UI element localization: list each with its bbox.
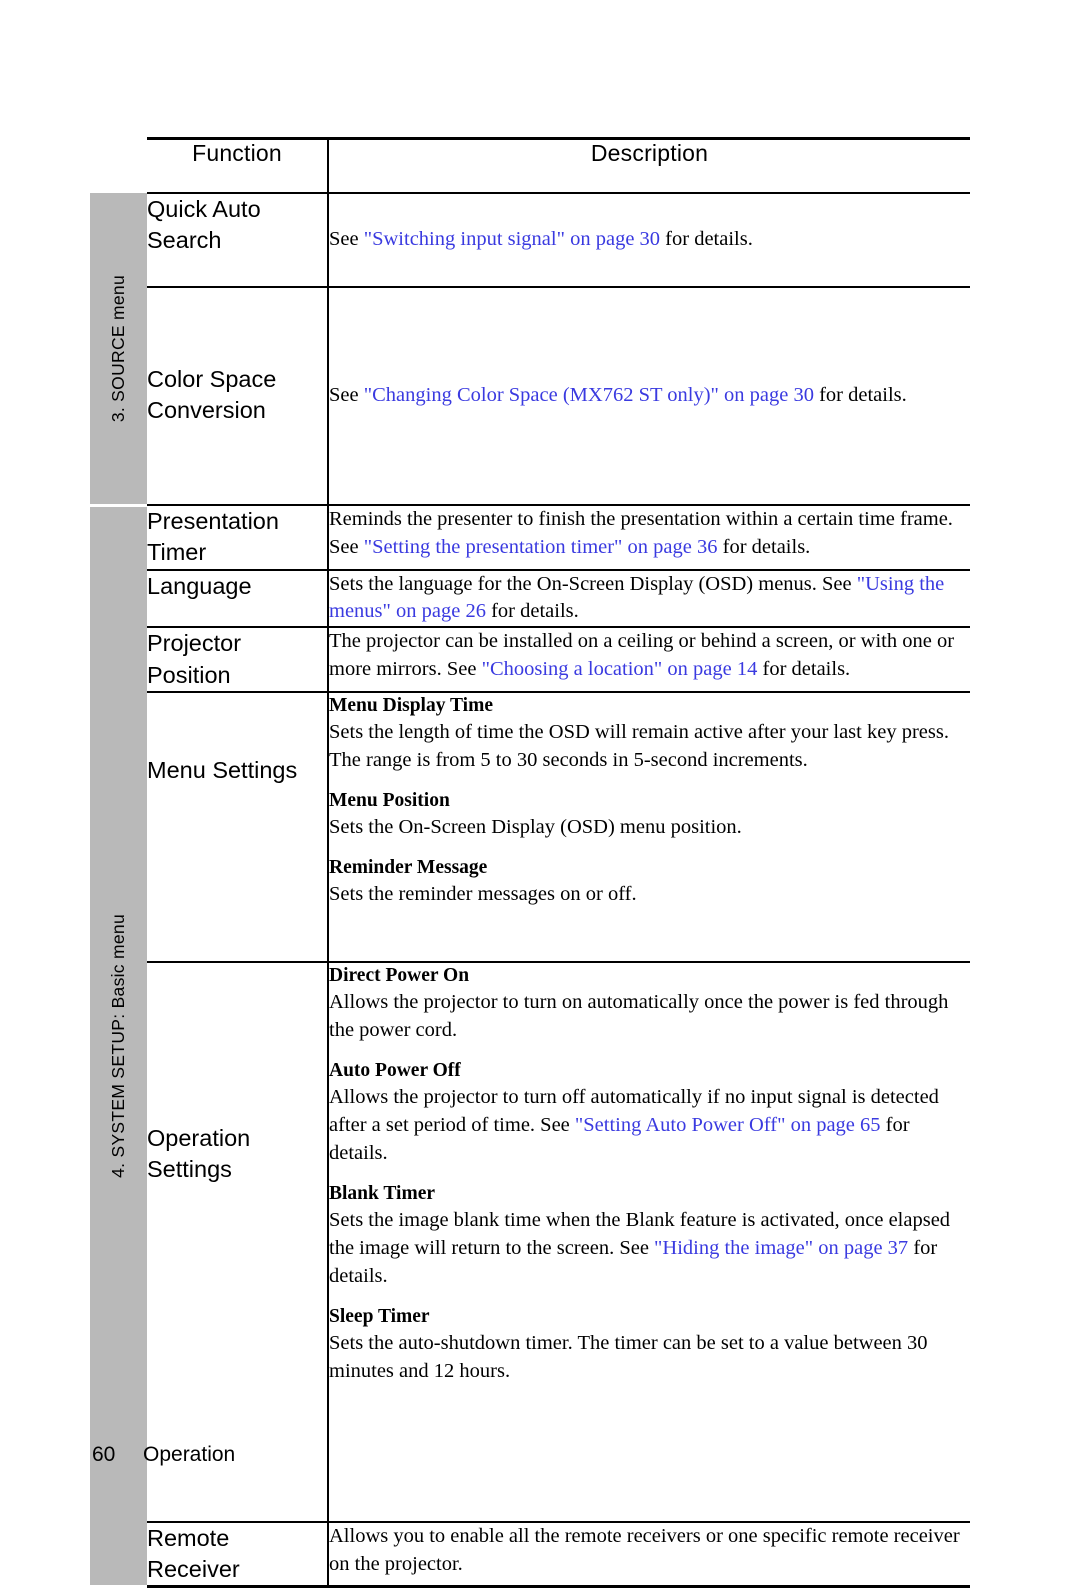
description-language: Sets the language for the On-Screen Disp… [328, 569, 970, 629]
sub-setting-body: Sets the reminder messages on or off. [329, 881, 970, 909]
sub-setting-heading: Menu Position [329, 789, 450, 811]
section-label-system-setup-basic-menu: 4. SYSTEM SETUP: Basic menu [108, 913, 128, 1178]
cross-reference-link[interactable]: "Setting Auto Power Off" on page 65 [575, 1114, 881, 1136]
description-text: See [329, 228, 364, 251]
description-operation-settings: Direct Power On Allows the projector to t… [328, 961, 970, 1523]
sub-setting-body: Sets the On-Screen Display (OSD) menu po… [329, 814, 970, 842]
description-paragraph: Sets the auto-shutdown timer. The timer … [329, 1330, 970, 1386]
table-row: Menu Settings Menu Display Time Sets the … [90, 691, 970, 963]
sub-setting-body: Allows the projector to turn off automat… [329, 1084, 970, 1168]
function-name-operation-settings: Operation Settings [147, 961, 329, 1523]
column-header-function: Function [147, 137, 329, 194]
cross-reference-link[interactable]: "Switching input signal" on page 30 [364, 228, 660, 250]
section-band-label-wrap: 3. SOURCE menu [90, 193, 147, 504]
table-row: 4. SYSTEM SETUP: Basic menu Presentation… [90, 504, 970, 1588]
sub-setting-heading: Auto Power Off [329, 1059, 461, 1081]
function-name-quick-auto-search: Quick Auto Search [147, 192, 329, 288]
description-paragraph: Allows the projector to turn off automat… [329, 1084, 970, 1168]
sub-setting-block: Menu Display Time Sets the length of time… [329, 693, 970, 775]
sub-setting-body: Sets the auto-shutdown timer. The timer … [329, 1330, 970, 1386]
table-body: 3. SOURCE menu Quick Auto Search See "Sw… [90, 192, 970, 1588]
description-menu-settings: Menu Display Time Sets the length of time… [328, 691, 970, 963]
description-text: for details. [717, 535, 811, 558]
description-paragraph: Sets the length of time the OSD will rem… [329, 719, 970, 775]
sub-setting-block: Auto Power Off Allows the projector to tu… [329, 1058, 970, 1168]
cross-reference-link[interactable]: "Hiding the image" on page 37 [654, 1237, 908, 1259]
function-name-projector-position: Projector Position [147, 627, 329, 693]
function-name-language: Language [147, 569, 329, 629]
description-text: for details. [485, 600, 579, 623]
description-paragraph: Sets the image blank time when the Blank… [329, 1207, 970, 1291]
section-band-system-setup-basic: 4. SYSTEM SETUP: Basic menu [90, 505, 147, 1588]
description-paragraph: Sets the reminder messages on or off. [329, 881, 970, 909]
description-paragraph: Allows the projector to turn on automati… [329, 989, 970, 1045]
cross-reference-link[interactable]: "Changing Color Space (MX762 ST only)" o… [364, 384, 814, 406]
description-text: Sets the length of time the OSD will rem… [329, 721, 949, 771]
sub-setting-block: Sleep Timer Sets the auto-shutdown timer.… [329, 1304, 970, 1386]
cross-reference-link[interactable]: "Setting the presentation timer" on page… [364, 536, 718, 558]
description-text: Sets the reminder messages on or off. [329, 883, 637, 906]
table-row: Language Sets the language for the On-Sc… [90, 569, 970, 629]
description-text: for details. [660, 228, 753, 251]
manual-page: Function Description 3. SOURCE menu Quic… [0, 0, 1080, 1588]
description-quick-auto-search: See "Switching input signal" on page 30 … [328, 192, 970, 288]
table-row: Projector Position The projector can be … [90, 627, 970, 693]
description-text: Sets the auto-shutdown timer. The timer … [329, 1332, 928, 1382]
sub-setting-body: Sets the length of time the OSD will rem… [329, 719, 970, 775]
description-paragraph: See "Switching input signal" on page 30 … [329, 226, 970, 254]
sub-setting-body: Allows the projector to turn on automati… [329, 989, 970, 1045]
section-label-source-menu: 3. SOURCE menu [108, 274, 128, 422]
description-paragraph: Reminds the presenter to finish the pres… [329, 506, 970, 562]
page-footer: 60 Operation [92, 1443, 235, 1467]
description-paragraph: The projector can be installed on a ceil… [329, 628, 970, 684]
description-paragraph: Allows you to enable all the remote rece… [329, 1523, 970, 1579]
table-row: Operation Settings Direct Power On Allows… [90, 961, 970, 1523]
cross-reference-link[interactable]: "Choosing a location" on page 14 [482, 658, 758, 680]
description-text: Sets the On-Screen Display (OSD) menu po… [329, 816, 742, 839]
table-header: Function Description [90, 137, 970, 194]
description-text: for details. [757, 658, 851, 681]
description-text: Allows the projector to turn on automati… [329, 991, 949, 1041]
sub-setting-block: Reminder Message Sets the reminder messag… [329, 855, 970, 909]
table-row: Remote Receiver Allows you to enable all… [90, 1521, 970, 1588]
function-name-color-space-conversion: Color Space Conversion [147, 287, 329, 506]
sub-setting-body: Sets the image blank time when the Blank… [329, 1207, 970, 1291]
sub-setting-block: Blank Timer Sets the image blank time whe… [329, 1181, 970, 1291]
footer-page-number: 60 [92, 1443, 116, 1466]
function-description-table: Function Description 3. SOURCE menu Quic… [90, 137, 970, 1588]
section-band-source: 3. SOURCE menu [90, 193, 147, 507]
description-text: Allows you to enable all the remote rece… [329, 1524, 960, 1575]
description-text: See [329, 384, 364, 407]
sub-setting-heading: Menu Display Time [329, 694, 493, 716]
description-presentation-timer: Reminds the presenter to finish the pres… [328, 504, 970, 571]
description-text: for details. [813, 384, 907, 407]
description-projector-position: The projector can be installed on a ceil… [328, 627, 970, 693]
sub-setting-block: Menu Position Sets the On-Screen Display … [329, 788, 970, 842]
sub-setting-heading: Blank Timer [329, 1182, 436, 1204]
footer-chapter-name: Operation [143, 1443, 236, 1466]
description-text: Sets the language for the On-Screen Disp… [329, 572, 857, 595]
description-color-space-conversion: See "Changing Color Space (MX762 ST only… [328, 287, 970, 506]
sub-setting-heading: Sleep Timer [329, 1305, 430, 1327]
description-paragraph: Sets the On-Screen Display (OSD) menu po… [329, 814, 970, 842]
function-name-presentation-timer: Presentation Timer [147, 504, 329, 571]
function-name-remote-receiver: Remote Receiver [147, 1521, 329, 1588]
section-band-label-wrap: 4. SYSTEM SETUP: Basic menu [90, 507, 147, 1586]
sub-setting-block: Direct Power On Allows the projector to t… [329, 963, 970, 1045]
table-row: 3. SOURCE menu Quick Auto Search See "Sw… [90, 192, 970, 507]
table-row: Color Space Conversion See "Changing Col… [90, 287, 970, 506]
description-remote-receiver: Allows you to enable all the remote rece… [328, 1521, 970, 1588]
column-header-description: Description [328, 137, 970, 194]
description-paragraph: Sets the language for the On-Screen Disp… [329, 571, 970, 627]
function-name-menu-settings: Menu Settings [147, 691, 329, 963]
header-spacer [90, 138, 147, 193]
table-header-row: Function Description [90, 137, 970, 194]
description-paragraph: See "Changing Color Space (MX762 ST only… [329, 382, 970, 410]
sub-setting-heading: Direct Power On [329, 964, 470, 986]
sub-setting-heading: Reminder Message [329, 857, 488, 879]
